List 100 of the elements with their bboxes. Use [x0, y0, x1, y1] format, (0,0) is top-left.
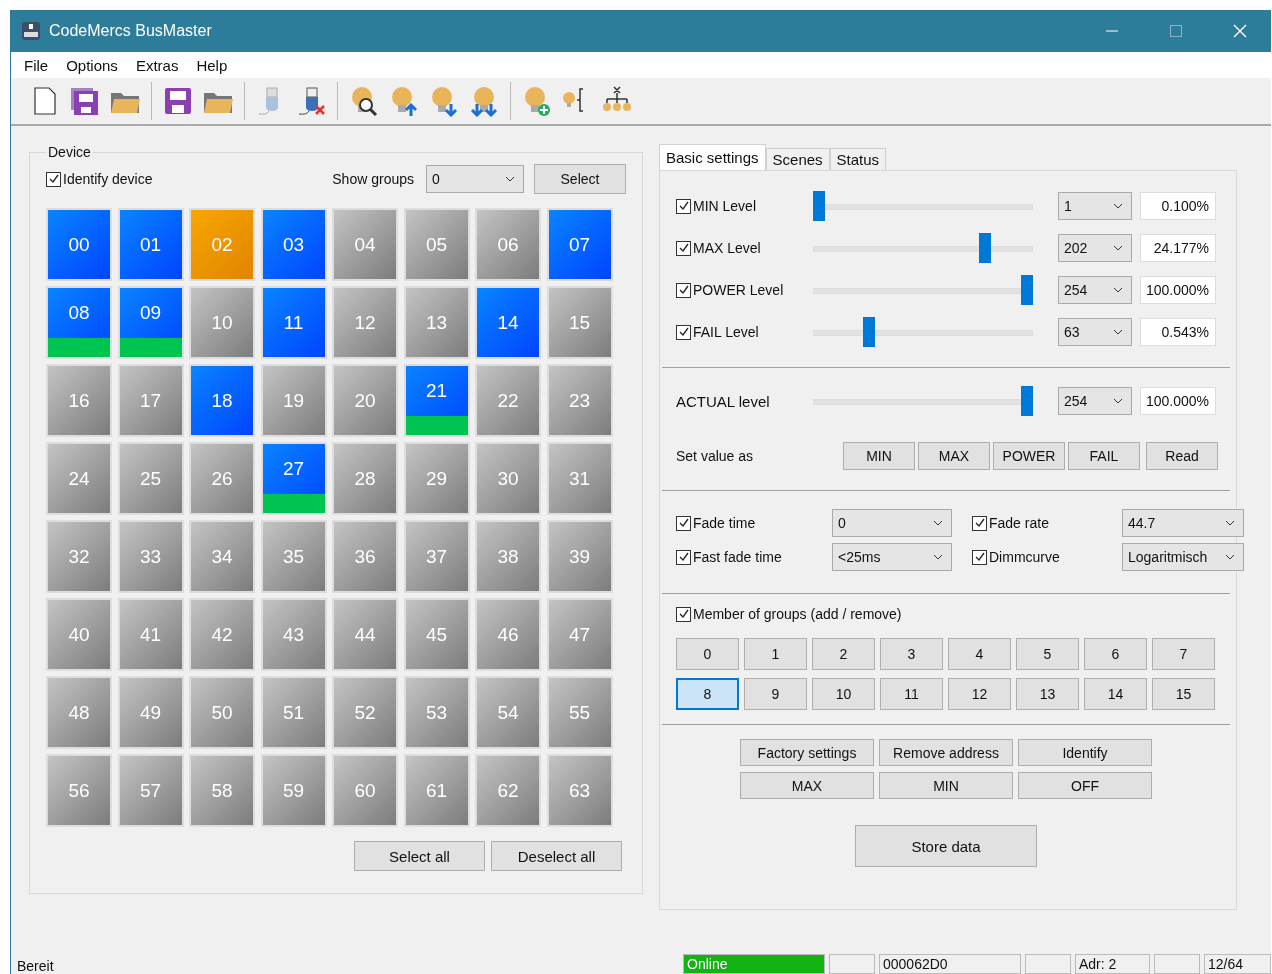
set-value-button[interactable]: MAX	[918, 442, 990, 470]
device-tile[interactable]: 61	[403, 754, 470, 827]
read-button[interactable]: Read	[1146, 442, 1218, 470]
device-tile[interactable]: 25	[117, 442, 184, 515]
group-toggle-button[interactable]: 7	[1152, 638, 1215, 670]
value-dropdown[interactable]: 0	[832, 509, 952, 537]
group-toggle-button[interactable]: 3	[880, 638, 943, 670]
device-tile[interactable]: 11	[260, 286, 327, 359]
device-tile[interactable]: 03	[260, 208, 327, 281]
save-icon[interactable]	[162, 85, 194, 117]
device-tile[interactable]: 18	[189, 364, 255, 437]
checkbox[interactable]	[676, 515, 691, 531]
caret-icon[interactable]	[1113, 287, 1123, 293]
device-tile[interactable]: 46	[475, 598, 541, 671]
group-toggle-button[interactable]: 14	[1084, 678, 1147, 710]
device-tile[interactable]: 55	[546, 676, 613, 749]
device-tile[interactable]: 20	[332, 364, 398, 437]
set-value-button[interactable]: POWER	[993, 442, 1065, 470]
device-tile[interactable]: 47	[546, 598, 613, 671]
checkbox[interactable]	[676, 549, 691, 565]
device-tile[interactable]: 00	[46, 208, 112, 281]
device-tile[interactable]: 12	[332, 286, 398, 359]
group-toggle-button[interactable]: 10	[812, 678, 875, 710]
caret-icon[interactable]	[1225, 520, 1235, 526]
device-tile[interactable]: 35	[260, 520, 327, 593]
device-tile[interactable]: 50	[189, 676, 255, 749]
value-dropdown[interactable]: Logaritmisch	[1122, 543, 1244, 571]
caret-icon[interactable]	[1113, 329, 1123, 335]
device-tile[interactable]: 60	[332, 754, 398, 827]
percent-field[interactable]: 100.000%	[1140, 387, 1216, 415]
device-tile[interactable]: 42	[189, 598, 255, 671]
device-tile[interactable]: 01	[117, 208, 184, 281]
slider-thumb[interactable]	[862, 317, 875, 347]
device-tile[interactable]: 54	[475, 676, 541, 749]
checkbox[interactable]	[972, 549, 987, 565]
device-tile[interactable]: 40	[46, 598, 112, 671]
device-tile[interactable]: 13	[403, 286, 470, 359]
device-tile[interactable]: 29	[403, 442, 470, 515]
action-button[interactable]: OFF	[1018, 772, 1152, 799]
caret-icon[interactable]	[933, 520, 943, 526]
device-tile[interactable]: 58	[189, 754, 255, 827]
group-toggle-button[interactable]: 5	[1016, 638, 1079, 670]
checkbox[interactable]	[676, 606, 691, 622]
device-tile[interactable]: 43	[260, 598, 327, 671]
bulb-download-all-icon[interactable]	[468, 85, 500, 117]
group-toggle-button[interactable]: 15	[1152, 678, 1215, 710]
value-dropdown[interactable]: 44.7	[1122, 509, 1244, 537]
device-tile[interactable]: 32	[46, 520, 112, 593]
group-toggle-button[interactable]: 6	[1084, 638, 1147, 670]
device-tile[interactable]: 45	[403, 598, 470, 671]
device-tile[interactable]: 31	[546, 442, 613, 515]
menu-item[interactable]: File	[15, 56, 58, 74]
device-tile[interactable]: 59	[260, 754, 327, 827]
menu-item[interactable]: Help	[187, 56, 237, 74]
device-tile[interactable]: 16	[46, 364, 112, 437]
value-dropdown[interactable]: 254	[1058, 387, 1132, 415]
device-tile[interactable]: 38	[475, 520, 541, 593]
level-slider[interactable]	[813, 191, 1033, 221]
percent-field[interactable]: 0.100%	[1140, 192, 1216, 220]
group-toggle-button[interactable]: 9	[744, 678, 807, 710]
action-button[interactable]: Remove address	[879, 739, 1013, 766]
group-toggle-button[interactable]: 8	[676, 678, 739, 710]
caret-icon[interactable]	[1113, 203, 1123, 209]
caret-icon[interactable]	[1113, 398, 1123, 404]
device-tile[interactable]: 15	[546, 286, 613, 359]
device-tile[interactable]: 06	[475, 208, 541, 281]
caret-icon[interactable]	[933, 554, 943, 560]
device-tile[interactable]: 49	[117, 676, 184, 749]
select-button[interactable]: Select	[534, 164, 626, 194]
checkbox[interactable]	[972, 515, 987, 531]
device-tile[interactable]: 53	[403, 676, 470, 749]
level-slider[interactable]	[813, 386, 1033, 416]
stacked-disks-icon[interactable]	[69, 85, 101, 117]
close-icon[interactable]	[1233, 24, 1247, 38]
checkbox[interactable]	[676, 282, 691, 298]
tab[interactable]: Basic settings	[659, 144, 766, 170]
select-all-button[interactable]: Select all	[354, 841, 485, 871]
checkbox[interactable]	[676, 324, 691, 340]
device-tile[interactable]: 07	[546, 208, 613, 281]
group-toggle-button[interactable]: 1	[744, 638, 807, 670]
value-dropdown[interactable]: 254	[1058, 276, 1132, 304]
action-button[interactable]: MIN	[879, 772, 1013, 799]
device-tile[interactable]: 30	[475, 442, 541, 515]
action-button[interactable]: MAX	[740, 772, 874, 799]
checkbox[interactable]	[46, 171, 61, 187]
device-tile[interactable]: 34	[189, 520, 255, 593]
device-tile[interactable]: 57	[117, 754, 184, 827]
device-tile[interactable]: 19	[260, 364, 327, 437]
level-slider[interactable]	[813, 317, 1033, 347]
action-button[interactable]: Identify	[1018, 739, 1152, 766]
device-tile[interactable]: 28	[332, 442, 398, 515]
device-tile[interactable]: 39	[546, 520, 613, 593]
slider-thumb[interactable]	[1021, 386, 1033, 416]
group-toggle-button[interactable]: 0	[676, 638, 739, 670]
percent-field[interactable]: 24.177%	[1140, 234, 1216, 262]
device-tile[interactable]: 41	[117, 598, 184, 671]
percent-field[interactable]: 0.543%	[1140, 318, 1216, 346]
device-tile[interactable]: 51	[260, 676, 327, 749]
group-toggle-button[interactable]: 13	[1016, 678, 1079, 710]
device-tile[interactable]: 04	[332, 208, 398, 281]
